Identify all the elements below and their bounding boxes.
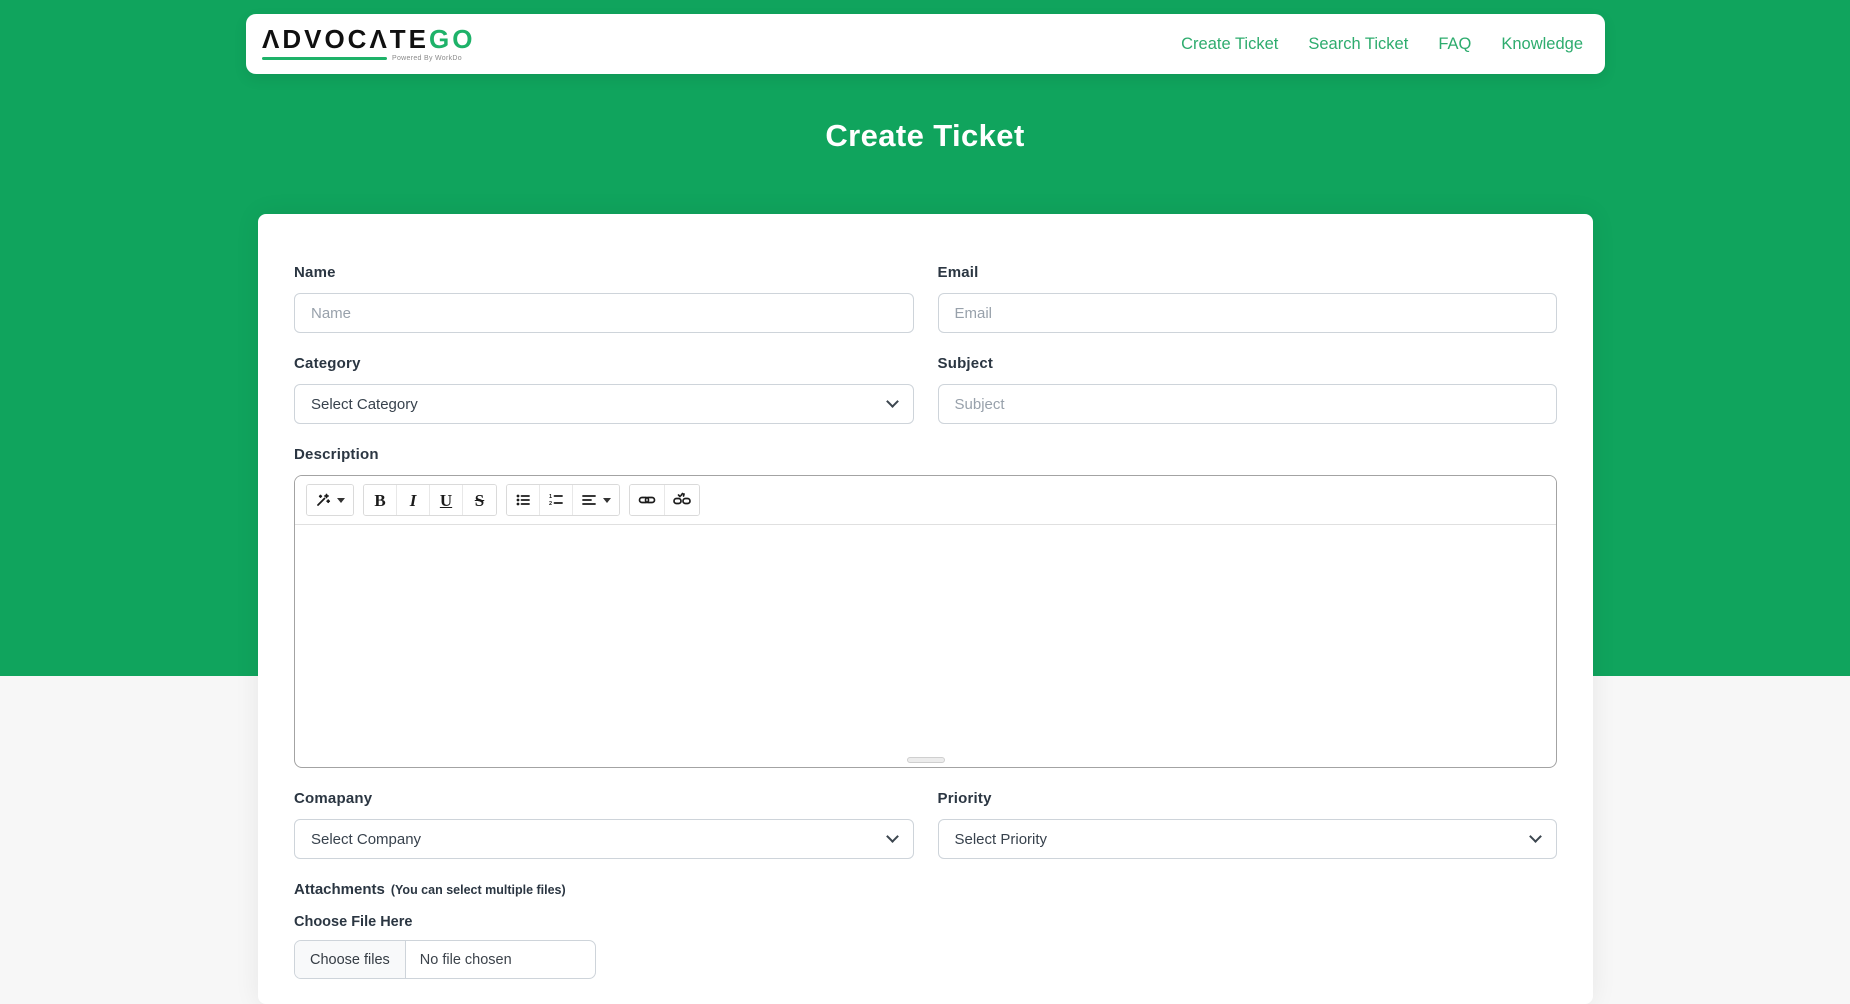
strikethrough-button[interactable]: S [463, 485, 496, 515]
category-field-group: Category Select Category [294, 355, 914, 424]
editor-resize-row [295, 753, 1556, 767]
category-selected-value: Select Category [311, 396, 418, 413]
description-label: Description [294, 446, 1557, 463]
unlink-icon [673, 492, 691, 508]
row-name-email: Name Email [294, 264, 1557, 333]
subject-label: Subject [938, 355, 1558, 372]
brand-name-green: GO [429, 24, 475, 54]
company-field-group: Comapany Select Company [294, 790, 914, 859]
link-icon [638, 492, 656, 508]
choose-file-label: Choose File Here [294, 914, 1557, 930]
choose-files-button[interactable]: Choose files [295, 941, 406, 978]
email-label: Email [938, 264, 1558, 281]
page-title: Create Ticket [0, 118, 1850, 154]
company-select[interactable]: Select Company [294, 819, 914, 859]
attachments-file-input[interactable]: Choose files No file chosen [294, 940, 596, 979]
name-field-group: Name [294, 264, 914, 333]
nav-knowledge[interactable]: Knowledge [1501, 35, 1583, 54]
svg-text:1: 1 [549, 494, 552, 500]
unordered-list-icon [515, 492, 531, 508]
name-label: Name [294, 264, 914, 281]
underline-icon: U [440, 492, 452, 509]
category-label: Category [294, 355, 914, 372]
brand-logo[interactable]: ΛDVOCΛTEGO Powered By WorkDo [262, 26, 475, 62]
bold-icon: B [374, 492, 385, 509]
subject-field-group: Subject [938, 355, 1558, 424]
attachments-hint: (You can select multiple files) [391, 883, 566, 897]
underline-button[interactable]: U [430, 485, 463, 515]
magic-style-button[interactable] [307, 485, 353, 515]
priority-select[interactable]: Select Priority [938, 819, 1558, 859]
strikethrough-icon: S [475, 492, 484, 509]
nav-faq[interactable]: FAQ [1438, 35, 1471, 54]
brand-logo-subline: Powered By WorkDo [262, 55, 475, 62]
main-nav: Create Ticket Search Ticket FAQ Knowledg… [1181, 35, 1583, 54]
file-chosen-status: No file chosen [406, 941, 526, 978]
unlink-button[interactable] [665, 485, 699, 515]
paragraph-align-icon [581, 492, 597, 508]
unordered-list-button[interactable] [507, 485, 540, 515]
ordered-list-icon: 12 [548, 492, 564, 508]
email-field-group: Email [938, 264, 1558, 333]
ordered-list-button[interactable]: 12 [540, 485, 573, 515]
email-input[interactable] [938, 293, 1558, 333]
magic-wand-icon [315, 492, 331, 508]
name-input[interactable] [294, 293, 914, 333]
bold-button[interactable]: B [364, 485, 397, 515]
svg-text:2: 2 [549, 501, 552, 507]
brand-logo-text: ΛDVOCΛTEGO [262, 26, 475, 52]
brand-name-black: ΛDVOCΛTE [262, 24, 429, 54]
attachments-label: Attachments [294, 881, 385, 898]
brand-underline [262, 57, 387, 60]
nav-create-ticket[interactable]: Create Ticket [1181, 35, 1278, 54]
italic-button[interactable]: I [397, 485, 430, 515]
attachments-label-row: Attachments (You can select multiple fil… [294, 881, 1557, 898]
list-button-group: 12 [506, 484, 620, 516]
powered-by-text: Powered By WorkDo [392, 55, 462, 62]
caret-down-icon [603, 498, 611, 503]
row-company-priority: Comapany Select Company Priority Select … [294, 790, 1557, 859]
company-selected-value: Select Company [311, 831, 421, 848]
style-button-group [306, 484, 354, 516]
chevron-down-icon [886, 830, 899, 843]
priority-label: Priority [938, 790, 1558, 807]
caret-down-icon [337, 498, 345, 503]
link-button[interactable] [630, 485, 665, 515]
chevron-down-icon [1529, 830, 1542, 843]
header-bar: ΛDVOCΛTEGO Powered By WorkDo Create Tick… [246, 14, 1605, 74]
italic-icon: I [410, 492, 417, 509]
row-category-subject: Category Select Category Subject [294, 355, 1557, 424]
font-style-button-group: B I U S [363, 484, 497, 516]
editor-toolbar: B I U S [295, 476, 1556, 525]
chevron-down-icon [886, 395, 899, 408]
category-select[interactable]: Select Category [294, 384, 914, 424]
nav-search-ticket[interactable]: Search Ticket [1308, 35, 1408, 54]
create-ticket-card: Name Email Category Select Category Subj… [258, 214, 1593, 1004]
subject-input[interactable] [938, 384, 1558, 424]
paragraph-align-button[interactable] [573, 485, 619, 515]
link-button-group [629, 484, 700, 516]
company-label: Comapany [294, 790, 914, 807]
priority-field-group: Priority Select Priority [938, 790, 1558, 859]
description-editor-content[interactable] [295, 525, 1556, 753]
editor-resize-handle[interactable] [907, 757, 945, 763]
description-editor: B I U S [294, 475, 1557, 768]
priority-selected-value: Select Priority [955, 831, 1048, 848]
